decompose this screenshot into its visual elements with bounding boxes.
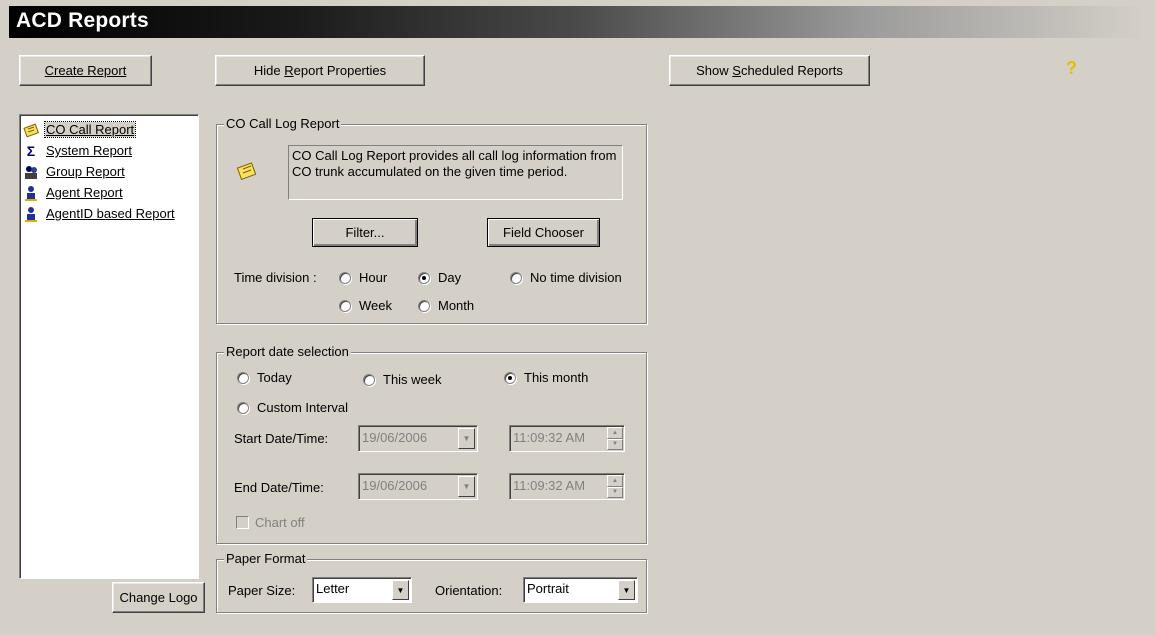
end-date-label: End Date/Time: xyxy=(234,480,324,495)
radio-custom-interval[interactable]: Custom Interval xyxy=(237,400,348,415)
radio-this-month-circle xyxy=(504,371,516,384)
radio-this-week-circle xyxy=(363,373,375,386)
start-date-label: Start Date/Time: xyxy=(234,431,329,446)
paper-size-label: Paper Size: xyxy=(228,583,296,598)
title-bar: ACD Reports xyxy=(9,6,1145,38)
list-item-label: Group Report xyxy=(46,164,125,179)
date-selection-legend: Report date selection xyxy=(224,344,351,359)
change-logo-button[interactable]: Change Logo xyxy=(112,582,205,613)
radio-hour-label: Hour xyxy=(359,270,388,285)
radio-hour-circle xyxy=(339,271,351,284)
create-report-label: Create Report xyxy=(44,63,127,78)
end-date-value: 19/06/2006 xyxy=(362,478,428,493)
list-item-agentid-report[interactable]: AgentID based Report xyxy=(22,203,196,224)
show-scheduled-reports-button[interactable]: Show Scheduled Reports xyxy=(669,55,870,86)
radio-this-week[interactable]: This week xyxy=(363,372,442,387)
group-icon xyxy=(23,164,39,180)
start-time-spinner: ▲ ▼ xyxy=(607,427,623,450)
chart-off-checkbox: Chart off xyxy=(236,515,305,530)
chevron-down-icon: ▼ xyxy=(458,428,475,449)
list-item-co-call-report[interactable]: CO Call Report xyxy=(22,119,196,140)
paper-size-select[interactable]: Letter ▼ xyxy=(312,577,412,603)
note-icon xyxy=(236,160,258,185)
list-item-label: AgentID based Report xyxy=(46,206,175,221)
orientation-value: Portrait xyxy=(527,581,569,596)
agent-icon xyxy=(23,206,39,222)
start-date-field: 19/06/2006 ▼ xyxy=(358,425,478,452)
radio-no-time-division-label: No time division xyxy=(530,270,622,285)
radio-custom-interval-circle xyxy=(237,401,249,414)
paper-size-value: Letter xyxy=(316,581,350,596)
chevron-down-icon[interactable]: ▼ xyxy=(618,580,635,600)
filter-button[interactable]: Filter... xyxy=(312,218,418,247)
spin-up-icon: ▲ xyxy=(607,475,623,487)
field-chooser-button[interactable]: Field Chooser xyxy=(487,218,600,247)
end-time-field: 11:09:32 AM ▲ ▼ xyxy=(509,473,625,500)
orientation-select[interactable]: Portrait ▼ xyxy=(523,577,638,603)
create-report-button[interactable]: Create Report xyxy=(19,55,152,86)
list-item-label: System Report xyxy=(46,143,132,158)
radio-this-month[interactable]: This month xyxy=(504,370,588,385)
radio-month-label: Month xyxy=(438,298,475,313)
report-description: CO Call Log Report provides all call log… xyxy=(288,145,623,200)
orientation-label: Orientation: xyxy=(435,583,503,598)
radio-day[interactable]: Day xyxy=(418,270,461,285)
radio-day-circle xyxy=(418,271,430,284)
list-item-agent-report[interactable]: Agent Report xyxy=(22,182,196,203)
list-item-label: CO Call Report xyxy=(43,121,137,138)
radio-this-month-label: This month xyxy=(524,370,589,385)
co-call-log-legend: CO Call Log Report xyxy=(224,116,342,131)
start-date-value: 19/06/2006 xyxy=(362,430,428,445)
spin-down-icon: ▼ xyxy=(607,438,623,450)
chart-off-box xyxy=(236,516,249,529)
hide-properties-accel: R xyxy=(284,63,294,78)
list-item-group-report[interactable]: Group Report xyxy=(22,161,196,182)
radio-this-week-label: This week xyxy=(383,372,442,387)
show-scheduled-text-2: cheduled Reports xyxy=(740,63,843,78)
list-item-system-report[interactable]: Σ System Report xyxy=(22,140,196,161)
note-icon xyxy=(23,122,39,138)
radio-month-circle xyxy=(418,299,430,312)
radio-custom-interval-label: Custom Interval xyxy=(257,400,349,415)
radio-no-time-division[interactable]: No time division xyxy=(510,270,622,285)
spin-up-icon: ▲ xyxy=(607,427,623,439)
hide-report-properties-button[interactable]: Hide Report Properties xyxy=(215,55,425,86)
list-item-label: Agent Report xyxy=(46,185,123,200)
agent-icon xyxy=(23,185,39,201)
show-scheduled-text: Show xyxy=(696,63,733,78)
report-list[interactable]: CO Call Report Σ System Report Group Rep… xyxy=(19,114,199,579)
radio-today-circle xyxy=(237,371,249,384)
radio-week-circle xyxy=(339,299,351,312)
time-division-label: Time division : xyxy=(234,270,317,285)
radio-week[interactable]: Week xyxy=(339,298,392,313)
show-scheduled-accel: S xyxy=(732,63,741,78)
paper-format-legend: Paper Format xyxy=(224,551,308,566)
radio-day-label: Day xyxy=(438,270,462,285)
start-time-value: 11:09:32 AM xyxy=(513,430,586,445)
radio-today[interactable]: Today xyxy=(237,370,292,385)
end-time-value: 11:09:32 AM xyxy=(513,478,586,493)
end-time-spinner: ▲ ▼ xyxy=(607,475,623,498)
radio-month[interactable]: Month xyxy=(418,298,474,313)
end-date-field: 19/06/2006 ▼ xyxy=(358,473,478,500)
help-question-icon[interactable]: ? xyxy=(1066,58,1077,79)
window-title: ACD Reports xyxy=(16,9,149,32)
sigma-icon: Σ xyxy=(26,142,36,159)
radio-week-label: Week xyxy=(359,298,392,313)
radio-today-label: Today xyxy=(257,370,292,385)
hide-properties-text: Hide xyxy=(253,63,285,78)
chevron-down-icon: ▼ xyxy=(458,476,475,497)
radio-hour[interactable]: Hour xyxy=(339,270,387,285)
radio-no-time-division-circle xyxy=(510,271,522,284)
chevron-down-icon[interactable]: ▼ xyxy=(392,580,409,600)
hide-properties-text-2: eport Properties xyxy=(293,63,387,78)
chart-off-label: Chart off xyxy=(255,515,305,530)
start-time-field: 11:09:32 AM ▲ ▼ xyxy=(509,425,625,452)
spin-down-icon: ▼ xyxy=(607,486,623,498)
